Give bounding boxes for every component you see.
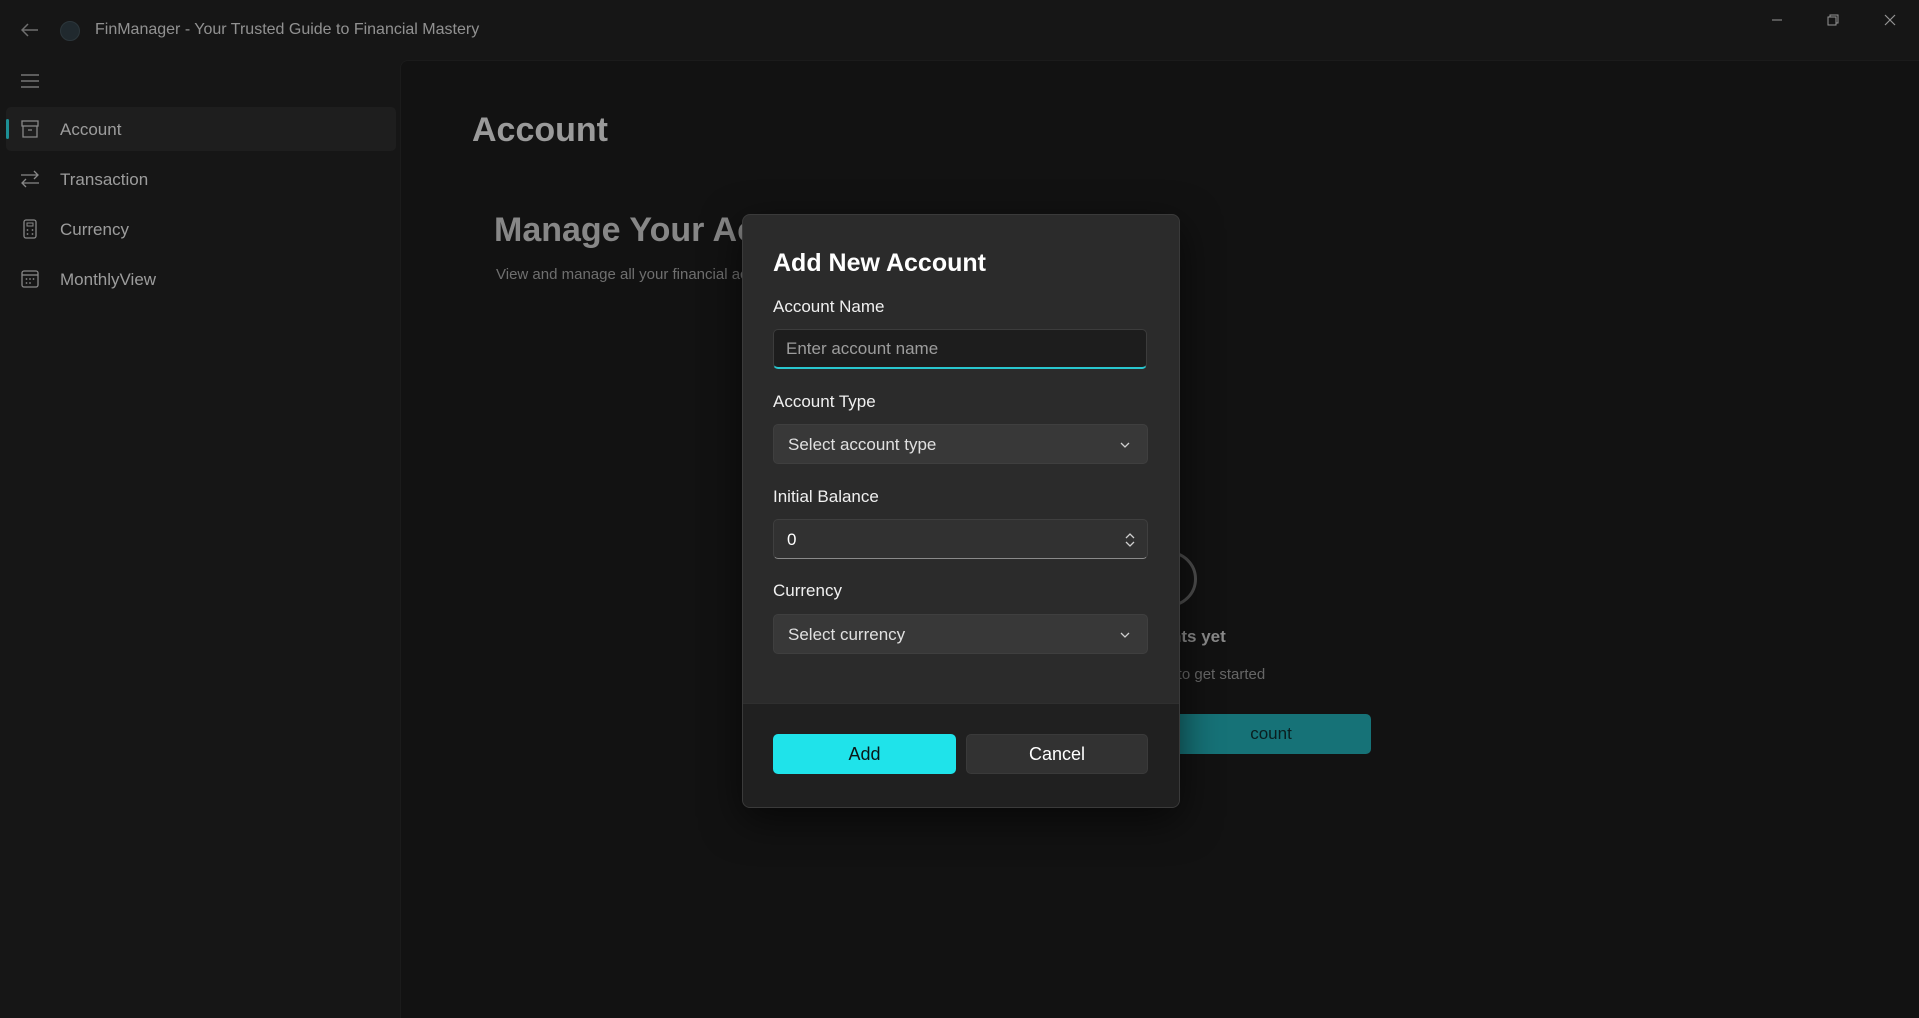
add-button[interactable]: Add [773, 734, 956, 774]
initial-balance-value: 0 [787, 530, 797, 549]
spinner-updown-icon[interactable] [1123, 530, 1137, 550]
add-account-dialog: Add New Account Account Name Account Typ… [742, 214, 1180, 808]
account-type-select[interactable]: Select account type [773, 424, 1148, 464]
app-window: FinManager - Your Trusted Guide to Finan… [0, 0, 1919, 1018]
currency-value: Select currency [788, 625, 906, 644]
account-type-label: Account Type [773, 392, 876, 411]
initial-balance-input[interactable]: 0 [773, 519, 1148, 559]
dialog-title: Add New Account [773, 249, 986, 277]
account-name-label: Account Name [773, 297, 885, 316]
dialog-footer: Add Cancel [743, 703, 1179, 807]
account-type-value: Select account type [788, 435, 937, 454]
chevron-down-icon [1120, 442, 1130, 448]
chevron-down-icon [1120, 632, 1130, 638]
currency-label: Currency [773, 581, 842, 600]
account-name-input[interactable] [773, 329, 1147, 369]
initial-balance-label: Initial Balance [773, 487, 879, 506]
cancel-button[interactable]: Cancel [966, 734, 1148, 774]
currency-select[interactable]: Select currency [773, 614, 1148, 654]
